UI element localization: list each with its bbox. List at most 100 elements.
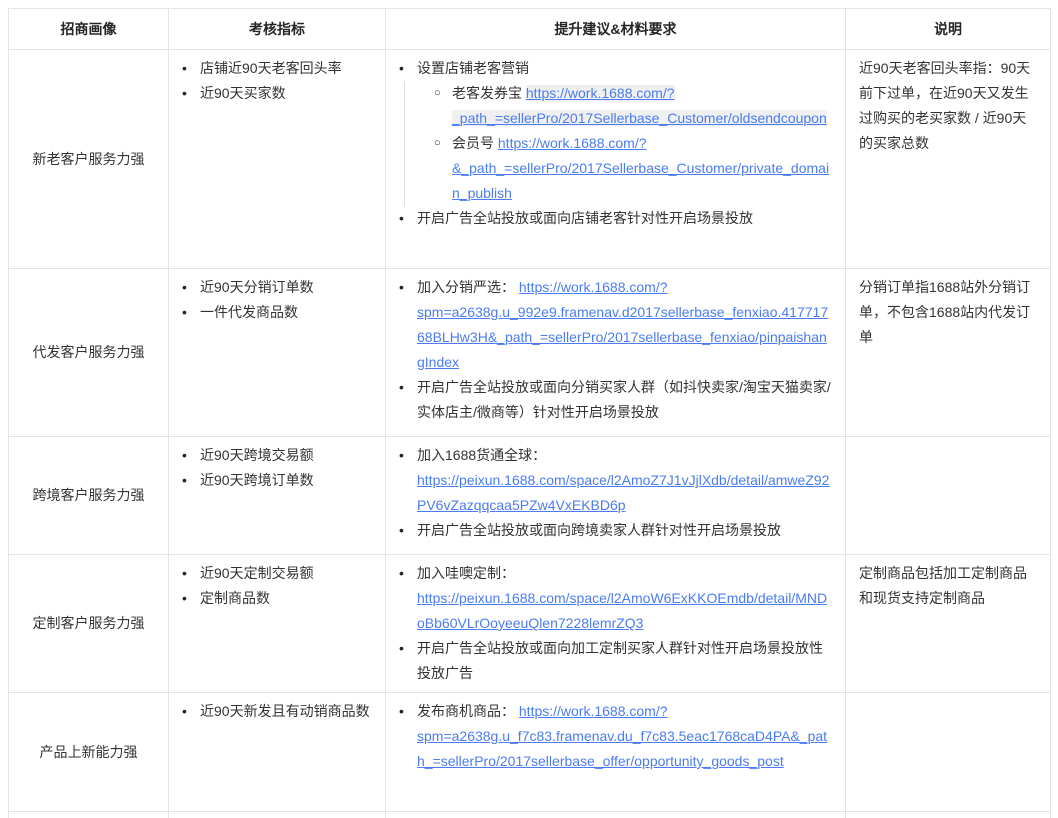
table-row: 新老客户服务力强•店铺近90天老客回头率•近90天买家数•设置店铺老客营销○老客… [9,50,1051,269]
table-row: 代发客户服务力强•近90天分销订单数•一件代发商品数•加入分销严选： https… [9,269,1051,437]
bullet-text: 近90天买家数 [200,81,372,106]
table-row: 跨境客户服务力强•近90天跨境交易额•近90天跨境订单数•加入1688货通全球：… [9,437,1051,555]
profile-cell [9,812,169,818]
suggestion-link[interactable]: https://peixun.1688.com/space/l2AmoW6ExK… [417,590,827,631]
sub-list: ○老客发券宝 https://work.1688.com/?_path_=sel… [404,81,832,206]
bullet-item: •近90天跨境交易额 [182,443,372,468]
bullet-text: 定制商品数 [200,586,372,611]
suggestions-cell: •加入1688货通全球：https://peixun.1688.com/spac… [386,437,846,555]
bullet-text: 开启广告全站投放或面向店铺老客针对性开启场景投放 [417,206,832,231]
bullet-marker: • [399,636,417,661]
bullet-text: 店铺近90天老客回头率 [200,56,372,81]
profile-cell: 定制客户服务力强 [9,555,169,693]
suggestions-cell: •加入分销严选： https://work.1688.com/?spm=a263… [386,269,846,437]
suggestions-cell [386,812,846,818]
bullet-marker: • [182,300,200,325]
bullet-item: •加入哇噢定制：https://peixun.1688.com/space/l2… [399,561,832,636]
suggestion-link[interactable]: https://work.1688.com/?&_path_=sellerPro… [452,135,829,201]
indicators-cell: •近90天新发且有动销商品数 [169,693,386,812]
bullet-item: •近90天定制交易额 [182,561,372,586]
bullet-marker: • [399,518,417,543]
bullet-item: ○老客发券宝 https://work.1688.com/?_path_=sel… [434,81,832,131]
bullet-text: 近90天跨境交易额 [200,443,372,468]
note-cell [846,812,1051,818]
bullet-item: •加入1688货通全球：https://peixun.1688.com/spac… [399,443,832,518]
suggestions-cell: •设置店铺老客营销○老客发券宝 https://work.1688.com/?_… [386,50,846,269]
suggestion-link[interactable]: https://work.1688.com/?spm=a2638g.u_f7c8… [417,703,827,769]
profile-cell: 跨境客户服务力强 [9,437,169,555]
bullet-item: •定制商品数 [182,586,372,611]
bullet-item: •加入分销严选： https://work.1688.com/?spm=a263… [399,275,832,375]
table-row: 产品上新能力强•近90天新发且有动销商品数•发布商机商品： https://wo… [9,693,1051,812]
bullet-marker: • [182,468,200,493]
document-page: 招商画像 考核指标 提升建议&材料要求 说明 新老客户服务力强•店铺近90天老客… [0,0,1058,818]
header-row: 招商画像 考核指标 提升建议&材料要求 说明 [9,9,1051,50]
suggestions-cell: •发布商机商品： https://work.1688.com/?spm=a263… [386,693,846,812]
bullet-item: •设置店铺老客营销 [399,56,832,81]
suggestion-link[interactable]: https://work.1688.com/?spm=a2638g.u_992e… [417,279,828,370]
header-profile: 招商画像 [9,9,169,50]
bullet-text: 加入哇噢定制：https://peixun.1688.com/space/l2A… [417,561,832,636]
bullet-marker: • [399,375,417,400]
indicators-cell: •近90天定制交易额•定制商品数 [169,555,386,693]
suggestion-link[interactable]: https://work.1688.com/?_path_=sellerPro/… [452,85,827,126]
bullet-item: •近90天买家数 [182,81,372,106]
bullet-marker: • [182,275,200,300]
bullet-marker: • [182,443,200,468]
bullet-item: •开启广告全站投放或面向加工定制买家人群针对性开启场景投放性投放广告 [399,636,832,686]
indicators-cell: •近90天跨境交易额•近90天跨境订单数 [169,437,386,555]
merchant-profile-table: 招商画像 考核指标 提升建议&材料要求 说明 新老客户服务力强•店铺近90天老客… [8,8,1051,818]
bullet-text: 近90天跨境订单数 [200,468,372,493]
table-row: 定制客户服务力强•近90天定制交易额•定制商品数•加入哇噢定制：https://… [9,555,1051,693]
note-cell [846,437,1051,555]
bullet-text: 设置店铺老客营销 [417,56,832,81]
bullet-item: ○会员号 https://work.1688.com/?&_path_=sell… [434,131,832,206]
bullet-item: •发布商机商品： https://work.1688.com/?spm=a263… [399,699,832,774]
header-suggestions: 提升建议&材料要求 [386,9,846,50]
profile-cell: 代发客户服务力强 [9,269,169,437]
bullet-marker: • [182,81,200,106]
indicators-cell: •近90天分销订单数•一件代发商品数 [169,269,386,437]
bullet-item: •近90天新发且有动销商品数 [182,699,372,724]
suggestions-cell: •加入哇噢定制：https://peixun.1688.com/space/l2… [386,555,846,693]
bullet-text: 近90天定制交易额 [200,561,372,586]
bullet-marker: • [399,561,417,586]
bullet-item: •开启广告全站投放或面向分销买家人群（如抖快卖家/淘宝天猫卖家/实体店主/微商等… [399,375,832,425]
bullet-item: •近90天分销订单数 [182,275,372,300]
bullet-text: 近90天新发且有动销商品数 [200,699,372,724]
note-cell: 近90天老客回头率指：90天前下过单，在近90天又发生过购买的老买家数 / 近9… [846,50,1051,269]
bullet-marker: • [182,56,200,81]
indicators-cell [169,812,386,818]
bullet-marker: • [399,699,417,724]
bullet-marker: • [182,586,200,611]
bullet-text: 近90天分销订单数 [200,275,372,300]
suggestion-link[interactable]: https://peixun.1688.com/space/l2AmoZ7J1v… [417,472,829,513]
bullet-marker: • [399,443,417,468]
bullet-marker: • [182,561,200,586]
bullet-item: •一件代发商品数 [182,300,372,325]
bullet-text: 加入1688货通全球：https://peixun.1688.com/space… [417,443,832,518]
profile-cell: 新老客户服务力强 [9,50,169,269]
bullet-item: •开启广告全站投放或面向跨境卖家人群针对性开启场景投放 [399,518,832,543]
table-row-partial [9,812,1051,818]
bullet-text: 一件代发商品数 [200,300,372,325]
bullet-text: 开启广告全站投放或面向跨境卖家人群针对性开启场景投放 [417,518,832,543]
note-cell [846,693,1051,812]
note-cell: 分销订单指1688站外分销订单，不包含1688站内代发订单 [846,269,1051,437]
bullet-text: 会员号 https://work.1688.com/?&_path_=selle… [452,131,832,206]
indicators-cell: •店铺近90天老客回头率•近90天买家数 [169,50,386,269]
bullet-item: •近90天跨境订单数 [182,468,372,493]
bullet-marker: ○ [434,81,452,106]
bullet-marker: ○ [434,131,452,156]
header-note: 说明 [846,9,1051,50]
profile-cell: 产品上新能力强 [9,693,169,812]
bullet-marker: • [399,56,417,81]
note-cell: 定制商品包括加工定制商品和现货支持定制商品 [846,555,1051,693]
bullet-text: 老客发券宝 https://work.1688.com/?_path_=sell… [452,81,832,131]
bullet-marker: • [182,699,200,724]
bullet-text: 开启广告全站投放或面向加工定制买家人群针对性开启场景投放性投放广告 [417,636,832,686]
bullet-marker: • [399,206,417,231]
bullet-text: 加入分销严选： https://work.1688.com/?spm=a2638… [417,275,832,375]
bullet-text: 发布商机商品： https://work.1688.com/?spm=a2638… [417,699,832,774]
bullet-item: •店铺近90天老客回头率 [182,56,372,81]
